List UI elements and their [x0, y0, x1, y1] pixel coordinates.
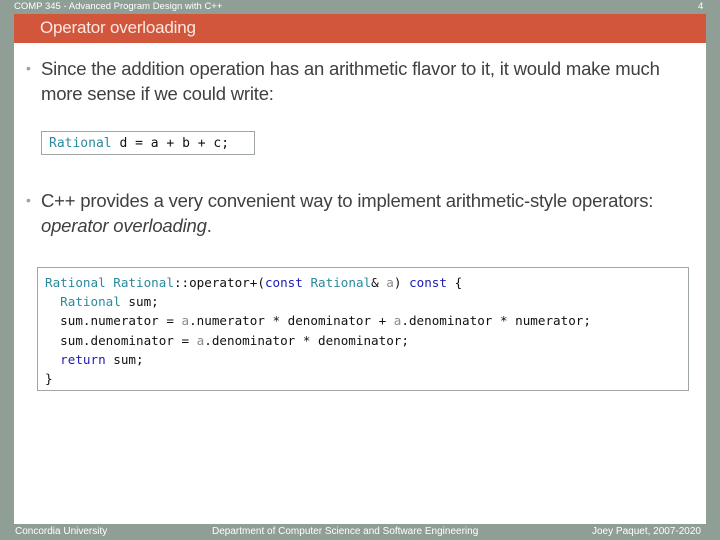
- footer-author: Joey Paquet, 2007-2020: [592, 526, 701, 537]
- code-type: Rational: [113, 275, 174, 290]
- code-text: &: [371, 275, 387, 290]
- code-type: Rational: [49, 136, 112, 151]
- header-bar: COMP 345 - Advanced Program Design with …: [0, 0, 720, 14]
- code-type: Rational: [45, 275, 106, 290]
- code-text: sum;: [120, 294, 159, 310]
- bullet-2-text: C++ provides a very convenient way to im…: [26, 188, 691, 238]
- code-text: ::operator+(: [173, 275, 265, 290]
- code-param: a: [386, 275, 394, 290]
- bullet-dot-icon: •: [26, 192, 31, 208]
- code-keyword: return: [60, 351, 106, 367]
- code-text: ): [393, 275, 410, 290]
- bullet-dot-icon: •: [26, 60, 31, 76]
- slide-title: Operator overloading: [40, 18, 196, 37]
- bullet-2-text-main: C++ provides a very convenient way to im…: [41, 190, 654, 211]
- slide: Operator overloading • Since the additio…: [14, 14, 706, 524]
- code-keyword: const: [264, 275, 303, 290]
- code-text: d = a + b + c;: [111, 136, 230, 151]
- code-text: }: [45, 371, 53, 387]
- code-text: .numerator * denominator +: [189, 313, 394, 329]
- bullet-2: • C++ provides a very convenient way to …: [26, 188, 691, 238]
- bullet-1-text: Since the addition operation has an arit…: [41, 58, 660, 104]
- code-text: .denominator * denominator;: [204, 332, 409, 348]
- bullet-2-emphasis: operator overloading: [41, 215, 207, 236]
- code-text: .denominator * numerator;: [401, 313, 591, 329]
- code-text: {: [446, 275, 463, 290]
- course-title: COMP 345 - Advanced Program Design with …: [14, 1, 223, 12]
- code-type: Rational: [310, 275, 372, 290]
- code-type: Rational: [60, 294, 121, 310]
- code-text: sum;: [105, 351, 144, 367]
- footer-department: Department of Computer Science and Softw…: [212, 526, 479, 537]
- code-param: a: [181, 313, 190, 329]
- bullet-1: • Since the addition operation has an ar…: [26, 56, 691, 106]
- code-snippet-operator-definition: Rational Rational::operator+(const Ratio…: [37, 267, 689, 391]
- code-keyword: const: [409, 275, 447, 290]
- page-number: 4: [698, 1, 704, 12]
- footer-university: Concordia University: [15, 526, 108, 537]
- bullet-2-period: .: [206, 215, 212, 236]
- code-snippet-expression: Rational d = a + b + c;: [41, 131, 255, 155]
- code-text: sum.numerator =: [45, 313, 182, 329]
- code-text: sum.denominator =: [45, 332, 197, 348]
- title-bar: Operator overloading: [14, 14, 706, 43]
